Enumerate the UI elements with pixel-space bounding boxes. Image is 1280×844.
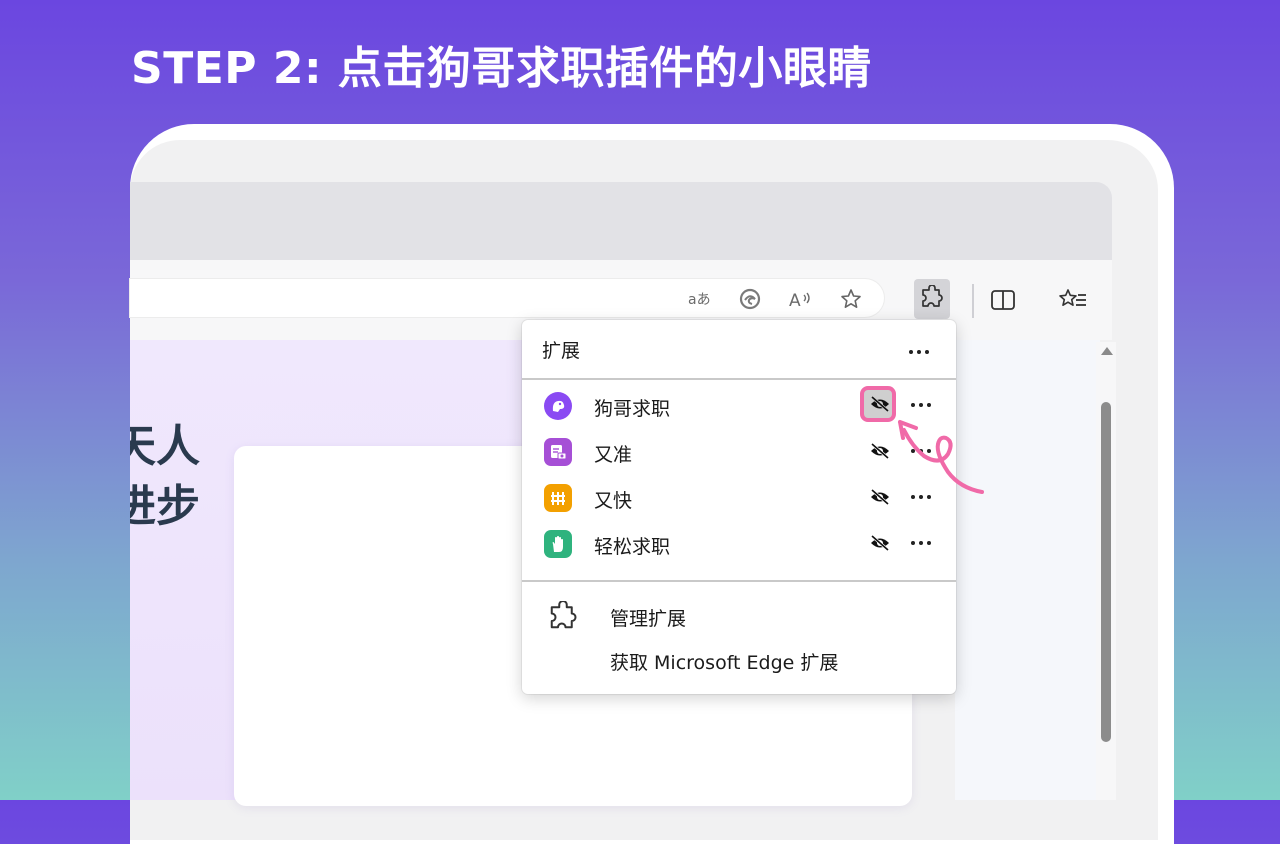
extension-label: 又准	[594, 444, 633, 466]
panel-divider	[522, 580, 956, 582]
extensions-puzzle-icon	[920, 284, 944, 313]
step-headline: STEP 2: 点击狗哥求职插件的小眼睛	[131, 43, 872, 94]
browser-tab-strip	[130, 182, 1112, 260]
extensions-panel-title: 扩展	[542, 340, 581, 362]
edge-logo-icon[interactable]	[737, 287, 763, 311]
eye-slash-icon[interactable]	[868, 486, 892, 508]
extensions-button[interactable]	[914, 279, 950, 319]
extension-label: 轻松求职	[594, 536, 671, 558]
scroll-up-arrow-icon[interactable]	[1101, 347, 1113, 355]
eye-slash-icon[interactable]	[868, 532, 892, 554]
extension-label: 狗哥求职	[594, 398, 671, 420]
pointer-arrow-annotation	[898, 420, 984, 494]
read-aloud-icon[interactable]: A	[788, 287, 814, 311]
hero-text-line2: 进步!	[130, 481, 200, 532]
eye-slash-icon[interactable]	[868, 440, 892, 462]
extension-label: 又快	[594, 490, 633, 512]
page-right-background	[955, 340, 1100, 800]
svg-text:aあ: aあ	[688, 292, 711, 308]
eye-slash-icon[interactable]	[868, 393, 892, 415]
row-more-options-icon[interactable]	[911, 403, 931, 407]
favorites-list-icon[interactable]	[1057, 286, 1089, 314]
scrollbar-thumb[interactable]	[1101, 402, 1111, 742]
panel-more-options-icon[interactable]	[909, 350, 929, 354]
favorite-star-icon[interactable]	[838, 287, 864, 311]
resume-camera-icon	[544, 438, 572, 466]
svg-text:A: A	[789, 291, 801, 309]
manage-extensions-puzzle-icon	[548, 600, 578, 631]
manage-extensions-link[interactable]: 管理扩展	[610, 604, 686, 631]
panel-divider	[522, 378, 956, 380]
hand-icon	[544, 530, 572, 558]
split-screen-icon[interactable]	[988, 286, 1018, 314]
read-aloud-translate-icon[interactable]: aあ	[687, 287, 713, 311]
hero-text-line1: 天人	[130, 421, 200, 472]
dog-avatar-icon	[544, 392, 572, 420]
toolbar-divider	[972, 284, 974, 318]
address-bar[interactable]	[130, 279, 884, 317]
get-edge-extensions-link[interactable]: 获取 Microsoft Edge 扩展	[610, 648, 838, 675]
row-more-options-icon[interactable]	[911, 541, 931, 545]
grid-fence-icon	[544, 484, 572, 512]
